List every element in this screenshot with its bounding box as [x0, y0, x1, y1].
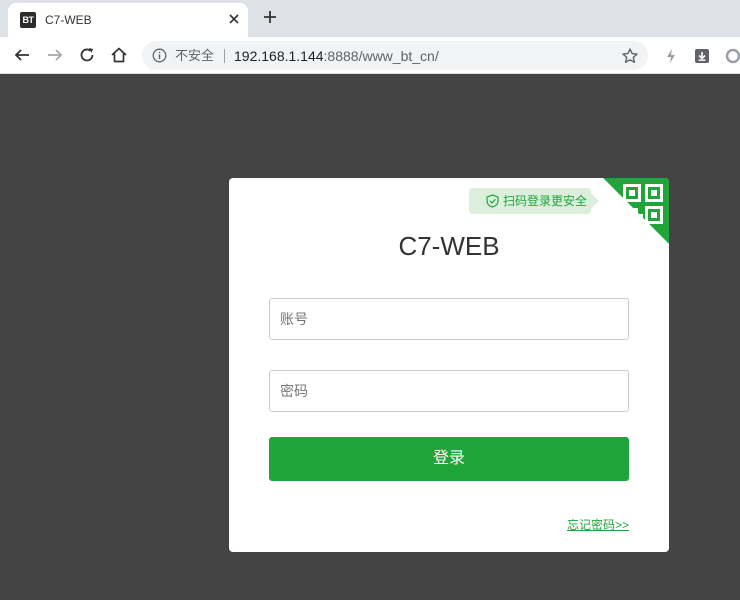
page-content: 扫码登录更安全 C7-WEB 账号 登录 忘记密码>>: [0, 74, 740, 600]
back-button[interactable]: [10, 43, 34, 67]
bolt-icon[interactable]: [662, 47, 680, 65]
tab-strip: BT C7-WEB: [0, 0, 740, 37]
home-button[interactable]: [107, 43, 131, 67]
download-icon[interactable]: [693, 47, 711, 65]
scan-login-tip[interactable]: 扫码登录更安全: [469, 188, 599, 214]
login-button[interactable]: 登录: [269, 437, 629, 481]
favicon-icon: BT: [20, 12, 36, 28]
shield-icon: [486, 194, 499, 208]
login-card: 扫码登录更安全 C7-WEB 账号 登录 忘记密码>>: [229, 178, 669, 552]
new-tab-button[interactable]: [259, 6, 281, 28]
address-bar[interactable]: 不安全 192.168.1.144:8888/www_bt_cn/: [142, 41, 648, 70]
forgot-password-link[interactable]: 忘记密码>>: [567, 518, 629, 532]
close-icon[interactable]: [224, 9, 244, 29]
url-path: :8888/www_bt_cn/: [323, 48, 439, 64]
reload-icon: [80, 48, 94, 62]
back-arrow-icon: [14, 49, 29, 61]
reload-button[interactable]: [75, 43, 99, 67]
username-input[interactable]: [269, 298, 629, 340]
forward-arrow-icon: [48, 49, 63, 61]
security-status[interactable]: 不安全: [175, 48, 214, 64]
browser-toolbar: 不安全 192.168.1.144:8888/www_bt_cn/: [0, 37, 740, 74]
forward-button[interactable]: [43, 43, 67, 67]
url-text[interactable]: 192.168.1.144:8888/www_bt_cn/: [234, 47, 439, 65]
extension-icon[interactable]: [724, 47, 740, 65]
home-icon: [111, 47, 127, 63]
star-icon[interactable]: [621, 47, 639, 65]
password-input[interactable]: [269, 370, 629, 412]
login-title: C7-WEB: [398, 231, 500, 261]
address-divider: [224, 49, 225, 63]
scan-tip-label: 扫码登录更安全: [503, 194, 588, 208]
info-icon[interactable]: [152, 48, 167, 63]
browser-tab[interactable]: BT C7-WEB: [8, 3, 248, 37]
tab-title: C7-WEB: [45, 13, 92, 27]
url-host: 192.168.1.144: [234, 48, 324, 64]
